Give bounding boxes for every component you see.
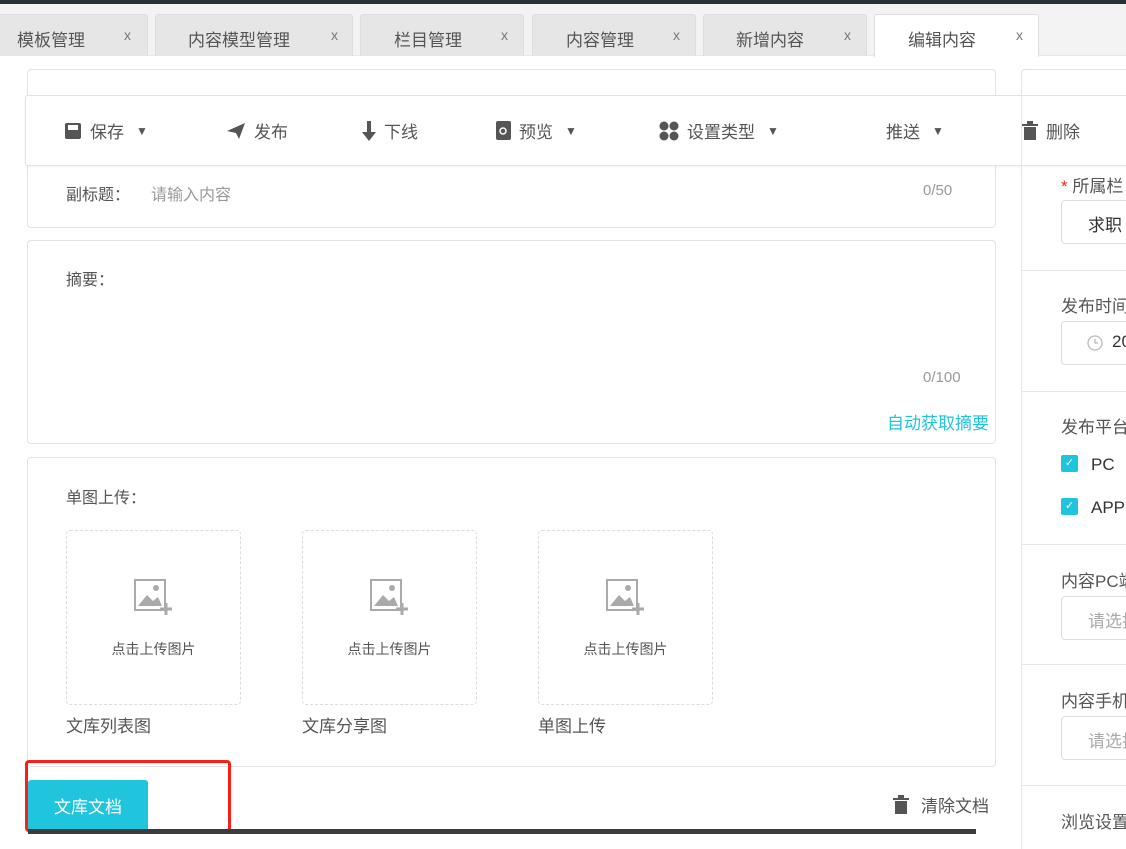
divider xyxy=(1021,664,1126,665)
preview-button[interactable]: 预览 ▼ xyxy=(496,118,577,143)
tab-strip: 模板管理 x 内容模型管理 x 栏目管理 x 内容管理 x 新增内容 x 编辑内容 x xyxy=(0,4,1126,57)
offline-label: 下线 xyxy=(384,123,418,142)
publish-button[interactable]: 发布 xyxy=(226,118,288,143)
arrow-down-icon xyxy=(362,120,376,141)
summary-counter: 0/100 xyxy=(923,369,961,386)
paper-plane-icon xyxy=(227,122,245,139)
upload-hint: 点击上传图片 xyxy=(111,641,196,657)
file-search-icon xyxy=(496,121,511,140)
upload-box[interactable]: 点击上传图片 xyxy=(302,530,477,705)
set-type-button[interactable]: 设置类型 ▼ xyxy=(659,118,779,143)
caret-down-icon: ▼ xyxy=(767,123,779,138)
tab-label: 栏目管理 xyxy=(394,31,462,50)
publish-time-label: 发布时间 xyxy=(1061,297,1126,316)
push-label: 推送 xyxy=(886,123,920,142)
summary-textarea[interactable] xyxy=(150,262,993,400)
image-add-icon xyxy=(370,579,408,615)
tab-new-content[interactable]: 新增内容 x xyxy=(703,14,867,56)
tab-template[interactable]: 模板管理 x xyxy=(0,14,148,56)
push-button[interactable]: 推送 ▼ xyxy=(886,118,944,143)
tab-label: 模板管理 xyxy=(17,31,85,50)
tab-label: 新增内容 xyxy=(736,31,804,50)
close-icon[interactable]: x xyxy=(844,27,851,43)
column-label: 所属栏 xyxy=(1072,177,1124,196)
tab-column[interactable]: 栏目管理 x xyxy=(360,14,524,56)
tab-label: 编辑内容 xyxy=(908,31,976,50)
browse-settings-label: 浏览设置 xyxy=(1061,813,1126,832)
save-icon xyxy=(65,122,81,139)
tab-label: 内容管理 xyxy=(566,31,634,50)
publish-label: 发布 xyxy=(254,123,288,142)
tab-label: 内容模型管理 xyxy=(188,31,290,50)
subtitle-input[interactable]: 请输入内容 xyxy=(151,181,231,205)
set-type-label: 设置类型 xyxy=(687,123,755,142)
upload-label: 单图上传： xyxy=(66,490,147,507)
tab-content-model[interactable]: 内容模型管理 x xyxy=(155,14,353,56)
divider xyxy=(1021,544,1126,545)
close-icon[interactable]: x xyxy=(1016,27,1023,43)
upload-box[interactable]: 点击上传图片 xyxy=(538,530,713,705)
platform-pc-label: PC xyxy=(1091,455,1115,474)
trash-icon xyxy=(893,795,909,814)
required-mark: * xyxy=(1061,177,1068,196)
upload-caption: 单图上传 xyxy=(538,717,606,736)
upload-caption: 文库列表图 xyxy=(66,717,151,736)
image-add-icon xyxy=(134,579,172,615)
auto-summary-link[interactable]: 自动获取摘要 xyxy=(887,409,989,434)
pc-template-select[interactable]: 请选择 xyxy=(1061,596,1126,640)
upload-hint: 点击上传图片 xyxy=(347,641,432,657)
toolbar: 保存 ▼ 发布 下线 预览 ▼ 设置类型 ▼ 推送 ▼ 删除 xyxy=(25,95,1126,166)
divider xyxy=(1021,270,1126,271)
upload-caption: 文库分享图 xyxy=(302,717,387,736)
divider xyxy=(1021,391,1126,392)
checkbox-app[interactable]: ✓ xyxy=(1061,498,1078,515)
mobile-template-label: 内容手机 xyxy=(1061,692,1126,711)
publish-time-value: 20 xyxy=(1112,332,1126,351)
tab-edit-content[interactable]: 编辑内容 x xyxy=(874,14,1039,57)
pc-template-label: 内容PC端 xyxy=(1061,572,1126,591)
save-label: 保存 xyxy=(90,123,124,142)
image-add-icon xyxy=(606,579,644,615)
caret-down-icon: ▼ xyxy=(565,123,577,138)
clock-icon xyxy=(1087,335,1103,351)
caret-down-icon: ▼ xyxy=(136,123,148,138)
upload-hint: 点击上传图片 xyxy=(583,641,668,657)
offline-button[interactable]: 下线 xyxy=(362,118,418,143)
platform-app-label: APP xyxy=(1091,498,1126,517)
save-button[interactable]: 保存 ▼ xyxy=(64,118,148,143)
subtitle-counter: 0/50 xyxy=(923,182,953,199)
subtitle-label: 副标题： xyxy=(66,187,131,204)
close-icon[interactable]: x xyxy=(124,27,131,43)
column-select[interactable]: 求职 xyxy=(1061,200,1126,244)
preview-label: 预览 xyxy=(519,123,553,142)
checkbox-pc[interactable]: ✓ xyxy=(1061,455,1078,472)
caret-down-icon: ▼ xyxy=(932,123,944,138)
close-icon[interactable]: x xyxy=(501,27,508,43)
close-icon[interactable]: x xyxy=(673,27,680,43)
editor-toolbar-edge xyxy=(28,829,976,834)
platform-label: 发布平台 xyxy=(1061,418,1126,437)
highlight-box xyxy=(25,760,231,832)
close-icon[interactable]: x xyxy=(331,27,338,43)
upload-box[interactable]: 点击上传图片 xyxy=(66,530,241,705)
divider xyxy=(1021,785,1126,786)
summary-label: 摘要： xyxy=(66,272,115,289)
clear-doc-label: 清除文档 xyxy=(921,797,989,816)
tab-content[interactable]: 内容管理 x xyxy=(532,14,696,56)
mobile-template-select[interactable]: 请选择 xyxy=(1061,716,1126,760)
clear-doc-button[interactable]: 清除文档 xyxy=(893,792,989,817)
grid-icon xyxy=(659,121,679,140)
